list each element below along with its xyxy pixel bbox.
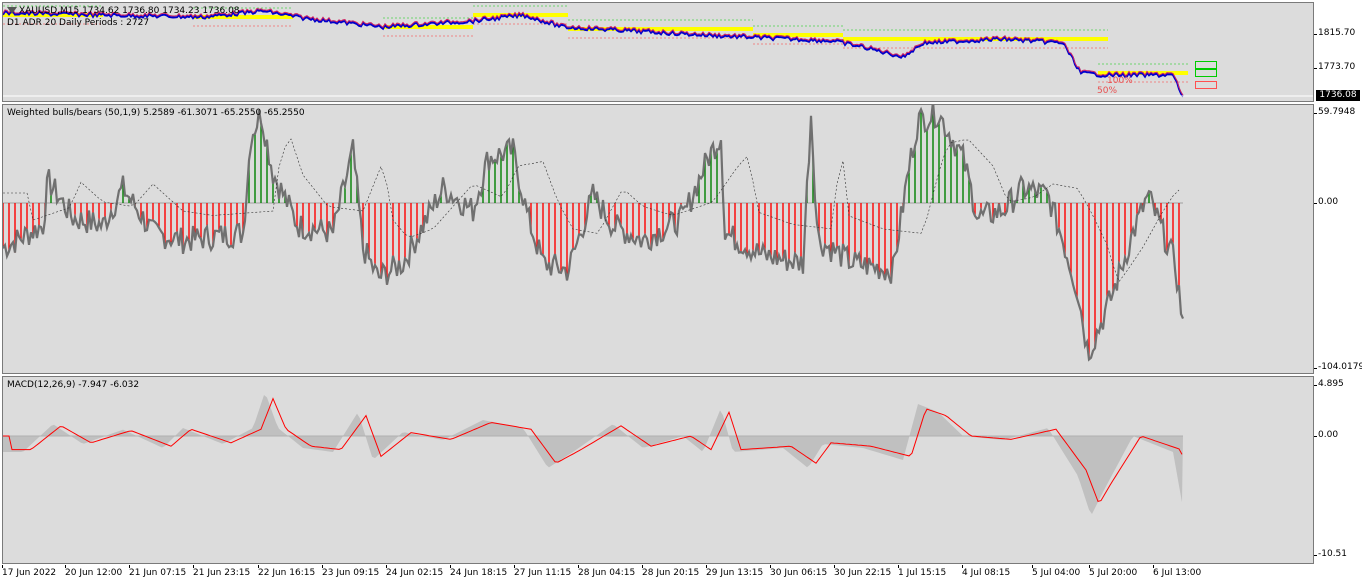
target-box-green-2 [1195, 69, 1217, 77]
macd-canvas[interactable] [3, 377, 1314, 564]
bulls-bears-pane[interactable]: Weighted bulls/bears (50,1,9) 5.2589 -61… [2, 104, 1314, 374]
price-line [3, 8, 1184, 98]
bulls-bears-axis: 59.7948 0.00 -104.0179 [1313, 104, 1362, 374]
macd-axis: 4.895 0.00 -10.51 [1313, 376, 1362, 564]
time-label: 24 Jun 02:15 [386, 565, 444, 578]
macd-signal-line [3, 397, 1183, 502]
price-tick: 1815.70 [1313, 28, 1356, 38]
macd-tick: 0.00 [1313, 430, 1339, 440]
time-label: 1 Jul 15:15 [898, 565, 947, 578]
bulls-bears-label: Weighted bulls/bears (50,1,9) 5.2589 -61… [7, 108, 305, 118]
time-label: 27 Jun 11:15 [514, 565, 572, 578]
chart-menu-icon[interactable] [7, 7, 17, 14]
bb-tick: 59.7948 [1313, 107, 1356, 117]
target-box-green [1195, 61, 1217, 69]
macd-label: MACD(12,26,9) -7.947 -6.032 [7, 380, 140, 390]
fib-label-50: 50% [1097, 86, 1118, 96]
price-tick: 1773.70 [1313, 62, 1356, 72]
macd-pane[interactable]: MACD(12,26,9) -7.947 -6.032 [2, 376, 1314, 564]
time-label: 5 Jul 20:00 [1089, 565, 1138, 578]
bb-line [3, 105, 1185, 362]
time-label: 6 Jul 13:00 [1153, 565, 1202, 578]
time-axis: 17 Jun 2022 20 Jun 12:00 21 Jun 07:15 21 Ju… [2, 565, 1314, 582]
macd-histogram [3, 395, 1183, 514]
time-label: 30 Jun 06:15 [770, 565, 828, 578]
price-header: XAUUSD,M15 1734.62 1736.80 1734.23 1736.… [19, 6, 240, 16]
macd-tick: -10.51 [1313, 549, 1348, 559]
fib-label-100: 100% [1107, 76, 1133, 86]
time-label: 5 Jul 04:00 [1032, 565, 1081, 578]
bb-signal-line [3, 138, 1180, 283]
bb-tick: 0.00 [1313, 197, 1339, 207]
time-label: 24 Jun 18:15 [450, 565, 508, 578]
time-label: 28 Jun 04:15 [578, 565, 636, 578]
time-label: 20 Jun 12:00 [65, 565, 123, 578]
target-box-red [1195, 81, 1217, 89]
current-price-badge: 1736.08 [1316, 90, 1360, 101]
time-label: 4 Jul 08:15 [962, 565, 1011, 578]
time-label: 21 Jun 23:15 [193, 565, 251, 578]
time-label: 22 Jun 16:15 [258, 565, 316, 578]
time-label: 30 Jun 22:15 [834, 565, 892, 578]
ma-line [3, 7, 1184, 96]
time-label: 29 Jun 13:15 [706, 565, 764, 578]
adr-label: D1 ADR 20 Daily Periods : 2727 [7, 18, 150, 28]
time-label: 17 Jun 2022 [2, 565, 57, 578]
time-label: 28 Jun 20:15 [642, 565, 700, 578]
time-label: 23 Jun 09:15 [322, 565, 380, 578]
bb-tick: -104.0179 [1313, 362, 1362, 372]
price-chart-pane[interactable]: XAUUSD,M15 1734.62 1736.80 1734.23 1736.… [2, 2, 1314, 102]
price-axis: 1815.70 1773.70 [1313, 2, 1362, 102]
bulls-bears-canvas[interactable] [3, 105, 1314, 374]
time-label: 21 Jun 07:15 [129, 565, 187, 578]
macd-tick: 4.895 [1314, 379, 1344, 389]
price-chart-canvas[interactable] [3, 3, 1314, 102]
